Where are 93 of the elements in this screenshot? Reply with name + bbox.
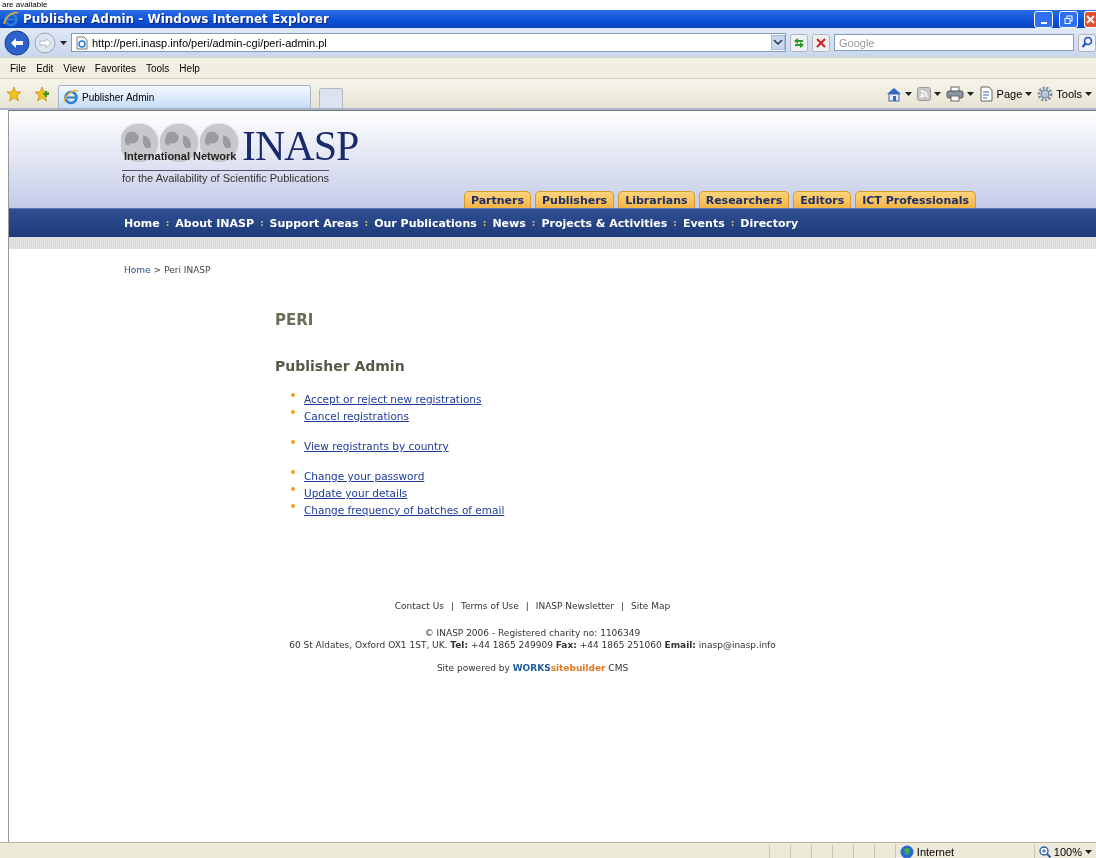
admin-link[interactable]: View registrants by country <box>304 439 449 453</box>
caption-text: are available <box>1 0 48 9</box>
search-field[interactable]: Google <box>834 34 1074 51</box>
menu-item[interactable]: Edit <box>32 62 60 74</box>
dropdown-arrow-icon[interactable] <box>771 35 785 50</box>
bullet-icon <box>291 410 295 414</box>
page-favicon-icon <box>63 89 79 105</box>
stop-icon[interactable] <box>812 33 830 52</box>
footer-separator: | <box>621 601 625 611</box>
nav-separator: : <box>259 218 264 228</box>
security-zone-label: Internet <box>916 846 955 858</box>
footer-separator: | <box>450 601 454 611</box>
breadcrumb-separator: > <box>153 265 162 275</box>
contact-text: 60 St Aldates, Oxford OX1 1ST, UK. Tel: +44 1865 249909 Fax: +44 1865 251060 Email: inasp@inasp.info <box>289 639 776 651</box>
nav-link[interactable]: Projects & Activities <box>541 216 668 230</box>
menu-item[interactable]: View <box>59 62 91 74</box>
restore-button[interactable] <box>1059 10 1078 28</box>
menu-item[interactable]: Favorites <box>90 62 142 74</box>
audience-tab[interactable]: ICT Professionals <box>855 191 976 208</box>
nav-link[interactable]: Events <box>682 216 725 230</box>
restore-icon <box>1064 14 1073 24</box>
caret-icon[interactable] <box>60 40 67 45</box>
footer-link[interactable]: Terms of Use <box>461 601 519 611</box>
nav-link[interactable]: Our Publications <box>374 216 477 230</box>
section-heading: Publisher Admin <box>275 357 406 375</box>
footer-separator: | <box>525 601 529 611</box>
audience-tab[interactable]: Partners <box>463 191 532 208</box>
footer-link[interactable]: Contact Us <box>394 601 444 611</box>
gear-icon[interactable] <box>1037 85 1054 102</box>
zoom-level-button[interactable]: 100% <box>1053 846 1082 858</box>
minimize-button[interactable] <box>1034 10 1053 28</box>
nav-link[interactable]: Directory <box>740 216 799 230</box>
caret-icon[interactable] <box>966 91 974 96</box>
bullet-icon <box>291 487 295 491</box>
breadcrumb-current: Peri INASP <box>164 265 211 275</box>
add-favorite-icon[interactable] <box>34 85 50 102</box>
nav-link[interactable]: News <box>492 216 526 230</box>
nav-separator: : <box>165 218 170 228</box>
address-field[interactable]: http://peri.inasp.info/peri/admin-cgi/peri-admin.pl <box>71 33 786 52</box>
menu-item[interactable]: Help <box>175 62 206 74</box>
admin-link[interactable]: Update your details <box>304 486 408 500</box>
star-icon[interactable] <box>6 85 22 102</box>
nav-separator: : <box>531 218 536 228</box>
audience-tab[interactable]: Librarians <box>618 191 695 208</box>
nav-separator: : <box>482 218 487 228</box>
nav-link[interactable]: Support Areas <box>269 216 359 230</box>
caret-icon[interactable] <box>1025 91 1033 96</box>
logo-wordmark: INASP <box>242 125 359 167</box>
menu-item[interactable]: File <box>6 62 33 74</box>
powered-by-text: Site powered by WORKSsitebuilder CMS <box>436 663 629 673</box>
audience-tab[interactable]: Publishers <box>535 191 615 208</box>
refresh-icon[interactable] <box>790 33 808 52</box>
printer-icon[interactable] <box>945 85 964 102</box>
caret-icon[interactable] <box>904 91 912 96</box>
nav-separator: : <box>673 218 677 228</box>
nav-link[interactable]: Home <box>124 216 160 230</box>
footer-link[interactable]: Site Map <box>631 601 671 611</box>
admin-link[interactable]: Change your password <box>304 469 425 483</box>
browser-tab[interactable]: Publisher Admin <box>58 85 311 108</box>
zoom-icon[interactable] <box>1038 846 1051 858</box>
page-heading: PERI <box>275 311 315 329</box>
breadcrumb-link[interactable]: Home <box>124 265 151 275</box>
menu-item[interactable]: Tools <box>142 62 176 74</box>
window-title: Publisher Admin - Windows Internet Explorer <box>23 12 330 26</box>
bullet-icon <box>291 504 295 508</box>
page-icon <box>75 35 89 50</box>
footer-link[interactable]: INASP Newsletter <box>535 601 614 611</box>
search-icon[interactable] <box>1078 33 1096 52</box>
close-icon <box>1086 14 1095 24</box>
nav-separator: : <box>364 218 369 228</box>
logo-tagline: for the Availability of Scientific Publications <box>122 170 330 184</box>
globe-icon <box>899 845 914 858</box>
browser-logo-icon <box>3 11 19 27</box>
nav-link[interactable]: About INASP <box>175 216 254 230</box>
bullet-icon <box>291 393 295 397</box>
caret-icon[interactable] <box>1085 850 1092 854</box>
copyright-text: © INASP 2006 - Registered charity no: 1106349 <box>423 627 642 639</box>
page-menu-button[interactable]: Page <box>996 87 1023 100</box>
caret-icon[interactable] <box>933 91 941 96</box>
bullet-icon <box>291 440 295 444</box>
logo-text: International Network <box>124 150 237 162</box>
admin-link[interactable]: Cancel registrations <box>304 409 409 423</box>
admin-link[interactable]: Change frequency of batches of email <box>304 503 505 517</box>
home-icon[interactable] <box>885 85 902 102</box>
nav-separator: : <box>730 218 735 228</box>
bullet-icon <box>291 470 295 474</box>
minimize-icon <box>1040 21 1047 24</box>
audience-tab[interactable]: Editors <box>793 191 852 208</box>
close-button[interactable] <box>1084 10 1096 28</box>
admin-link[interactable]: Accept or reject new registrations <box>304 392 482 406</box>
caret-icon[interactable] <box>1085 91 1092 96</box>
audience-tab[interactable]: Researchers <box>698 191 790 208</box>
tools-menu-button[interactable]: Tools <box>1056 87 1082 100</box>
